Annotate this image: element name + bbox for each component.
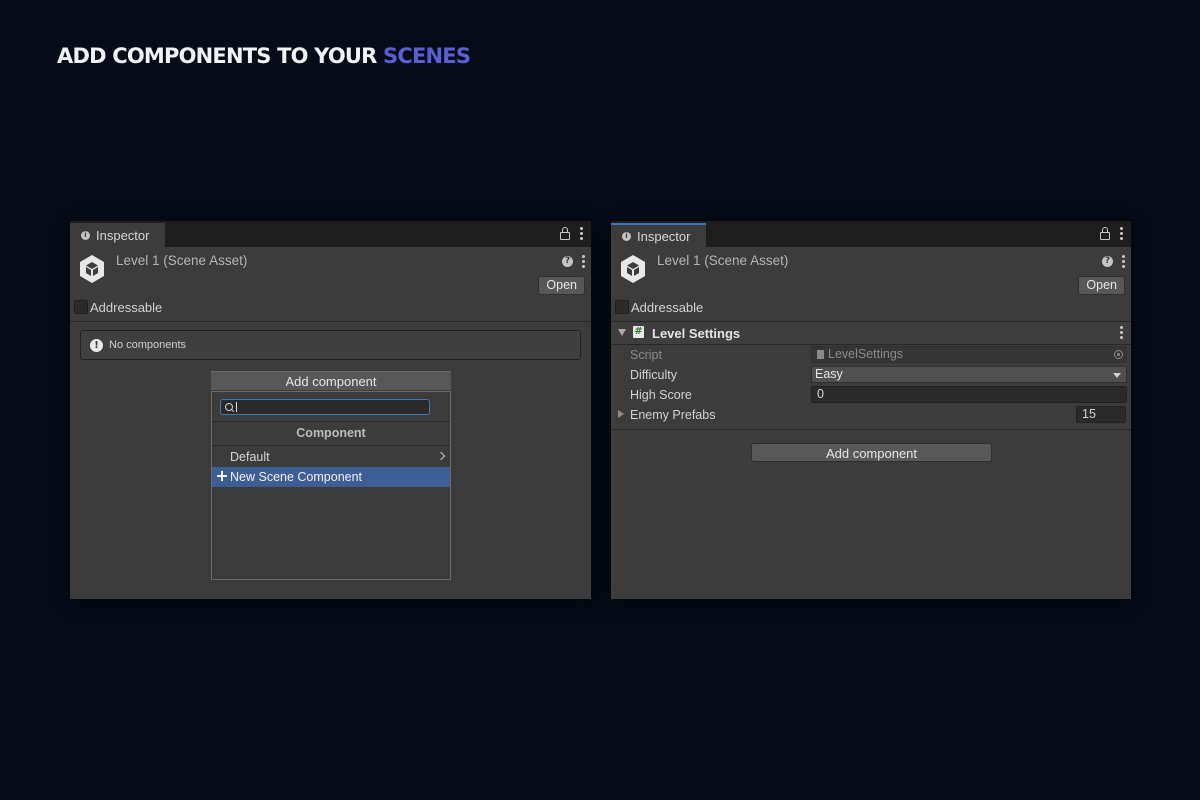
info-icon: i xyxy=(81,230,90,240)
component-header[interactable]: # Level Settings xyxy=(611,322,1131,344)
help-box: ! No components xyxy=(80,330,581,360)
expand-arrow-icon[interactable] xyxy=(618,410,624,418)
lock-icon[interactable] xyxy=(1100,227,1110,240)
plus-icon xyxy=(217,471,227,481)
addressable-label: Addressable xyxy=(90,300,163,315)
chevron-right-icon xyxy=(436,451,446,461)
open-button[interactable]: Open xyxy=(1078,276,1125,295)
property-row-script: Script LevelSettings xyxy=(611,345,1131,365)
tab-inspector[interactable]: i Inspector xyxy=(70,223,165,247)
headline-prefix: ADD COMPONENTS TO YOUR xyxy=(57,44,384,68)
more-options-icon[interactable] xyxy=(1119,326,1123,339)
more-options-icon[interactable] xyxy=(581,255,585,268)
file-icon xyxy=(817,350,824,359)
headline-accent: SCENES xyxy=(383,44,471,68)
search-icon xyxy=(225,403,233,411)
open-button[interactable]: Open xyxy=(538,276,585,295)
asset-header: Level 1 (Scene Asset) ? Open xyxy=(70,247,591,297)
exclamation-icon: ! xyxy=(90,338,103,352)
property-row-enemy-prefabs: Enemy Prefabs 15 xyxy=(611,405,1131,425)
dropdown-header: Component xyxy=(296,426,366,440)
divider xyxy=(70,321,591,322)
add-component-button[interactable]: Add component xyxy=(211,371,451,390)
tab-label: Inspector xyxy=(96,227,150,243)
help-icon[interactable]: ? xyxy=(1102,256,1113,267)
property-label: High Score xyxy=(630,388,692,402)
tab-bar: i Inspector xyxy=(611,221,1131,247)
high-score-field[interactable]: 0 xyxy=(811,386,1127,403)
lock-icon[interactable] xyxy=(560,227,570,240)
divider xyxy=(212,445,450,446)
search-input[interactable] xyxy=(220,399,430,415)
property-row-difficulty: Difficulty Easy xyxy=(611,365,1131,385)
property-label: Script xyxy=(630,348,662,362)
script-icon: # xyxy=(633,326,644,338)
dropdown-item-new-scene-component[interactable]: New Scene Component xyxy=(212,467,450,487)
divider xyxy=(212,421,450,422)
foldout-arrow-icon[interactable] xyxy=(618,329,626,336)
inspector-panel-right: i Inspector Level 1 (Scene Asset) ? Open… xyxy=(611,221,1131,599)
tab-label: Inspector xyxy=(637,228,691,244)
more-options-icon[interactable] xyxy=(579,227,583,240)
addressable-checkbox[interactable] xyxy=(615,300,629,314)
asset-title: Level 1 (Scene Asset) xyxy=(116,253,248,268)
property-label: Enemy Prefabs xyxy=(630,408,716,422)
tab-inspector[interactable]: i Inspector xyxy=(611,223,706,247)
add-component-button[interactable]: Add component xyxy=(751,443,992,462)
component-title: Level Settings xyxy=(652,326,741,341)
asset-header: Level 1 (Scene Asset) ? Open xyxy=(611,247,1131,297)
dropdown-item-default[interactable]: Default xyxy=(212,447,450,467)
help-message: No components xyxy=(109,339,187,351)
page-headline: ADD COMPONENTS TO YOUR SCENES xyxy=(57,44,471,68)
script-value: LevelSettings xyxy=(828,347,904,361)
addressable-row: Addressable xyxy=(611,297,1131,321)
tab-bar: i Inspector xyxy=(70,221,591,247)
object-picker-icon xyxy=(1114,350,1123,359)
info-icon: i xyxy=(622,231,631,241)
addressable-row: Addressable xyxy=(70,297,591,321)
property-row-high-score: High Score 0 xyxy=(611,385,1131,405)
item-label: Default xyxy=(230,450,270,464)
help-icon[interactable]: ? xyxy=(562,256,573,267)
script-field: LevelSettings xyxy=(811,346,1127,363)
asset-title: Level 1 (Scene Asset) xyxy=(657,253,789,268)
more-options-icon[interactable] xyxy=(1119,227,1123,240)
unity-logo-icon xyxy=(621,255,645,283)
enemy-prefabs-size-field[interactable]: 15 xyxy=(1076,406,1126,423)
addressable-checkbox[interactable] xyxy=(74,300,88,314)
inspector-panel-left: i Inspector Level 1 (Scene Asset) ? Open… xyxy=(70,221,591,599)
item-label: New Scene Component xyxy=(230,470,363,484)
unity-logo-icon xyxy=(80,255,104,283)
add-component-dropdown: Component Default New Scene Component xyxy=(211,391,451,580)
dropdown-arrow-icon xyxy=(1113,373,1121,378)
divider xyxy=(611,429,1131,430)
text-caret xyxy=(236,402,237,412)
more-options-icon[interactable] xyxy=(1121,255,1125,268)
difficulty-value: Easy xyxy=(815,367,843,381)
property-label: Difficulty xyxy=(630,368,678,382)
addressable-label: Addressable xyxy=(631,300,704,315)
difficulty-dropdown[interactable]: Easy xyxy=(811,366,1127,383)
